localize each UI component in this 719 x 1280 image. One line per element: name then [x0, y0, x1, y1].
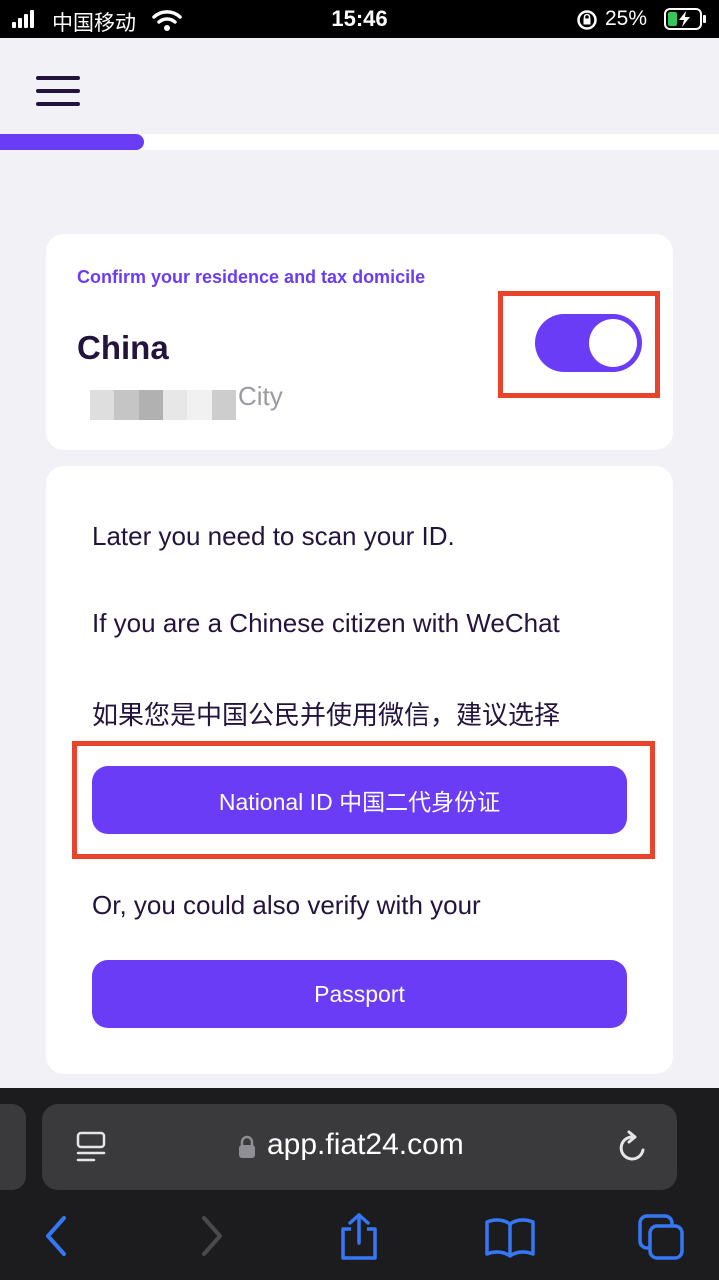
- secure-lock-icon: [239, 1135, 255, 1158]
- residence-confirm-toggle[interactable]: [535, 314, 642, 372]
- onboarding-progress-bar: [0, 134, 719, 150]
- redacted-city-name: [90, 390, 236, 420]
- page-menu-icon[interactable]: [76, 1131, 106, 1163]
- reload-icon[interactable]: [616, 1130, 650, 1166]
- alternative-verify-text: Or, you could also verify with your: [92, 890, 481, 920]
- forward-arrow-icon[interactable]: [196, 1214, 226, 1258]
- residence-card: Confirm your residence and tax domicile …: [46, 234, 673, 450]
- hamburger-menu-icon[interactable]: [36, 76, 80, 106]
- passport-button[interactable]: Passport: [92, 960, 627, 1028]
- browser-toolbar: app.fiat24.com: [0, 1088, 719, 1280]
- progress-fill: [0, 134, 144, 150]
- rotation-lock-icon: [577, 10, 597, 30]
- chinese-citizen-prompt: If you are a Chinese citizen with WeChat: [92, 608, 560, 638]
- share-icon[interactable]: [338, 1212, 380, 1262]
- previous-tab-preview[interactable]: [0, 1104, 26, 1190]
- url-text: app.fiat24.com: [267, 1128, 464, 1161]
- address-bar[interactable]: app.fiat24.com: [42, 1104, 677, 1190]
- national-id-button[interactable]: National ID 中国二代身份证: [92, 766, 627, 834]
- country-value: China: [77, 329, 169, 366]
- status-bar: 中国移动 15:46 25%: [0, 0, 719, 38]
- chinese-citizen-prompt-zh: 如果您是中国公民并使用微信，建议选择: [92, 700, 561, 730]
- bookmarks-icon[interactable]: [484, 1216, 536, 1258]
- toggle-knob: [589, 319, 637, 367]
- residence-confirm-label: Confirm your residence and tax domicile: [77, 267, 426, 287]
- app-header: [0, 38, 719, 134]
- city-value: City: [238, 381, 283, 411]
- back-arrow-icon[interactable]: [42, 1214, 72, 1258]
- tabs-icon[interactable]: [638, 1214, 686, 1260]
- battery-charging-icon: [664, 8, 706, 30]
- scan-id-notice: Later you need to scan your ID.: [92, 521, 455, 551]
- id-verification-card: Later you need to scan your ID. If you a…: [46, 466, 673, 1074]
- battery-percentage: 25%: [605, 7, 648, 30]
